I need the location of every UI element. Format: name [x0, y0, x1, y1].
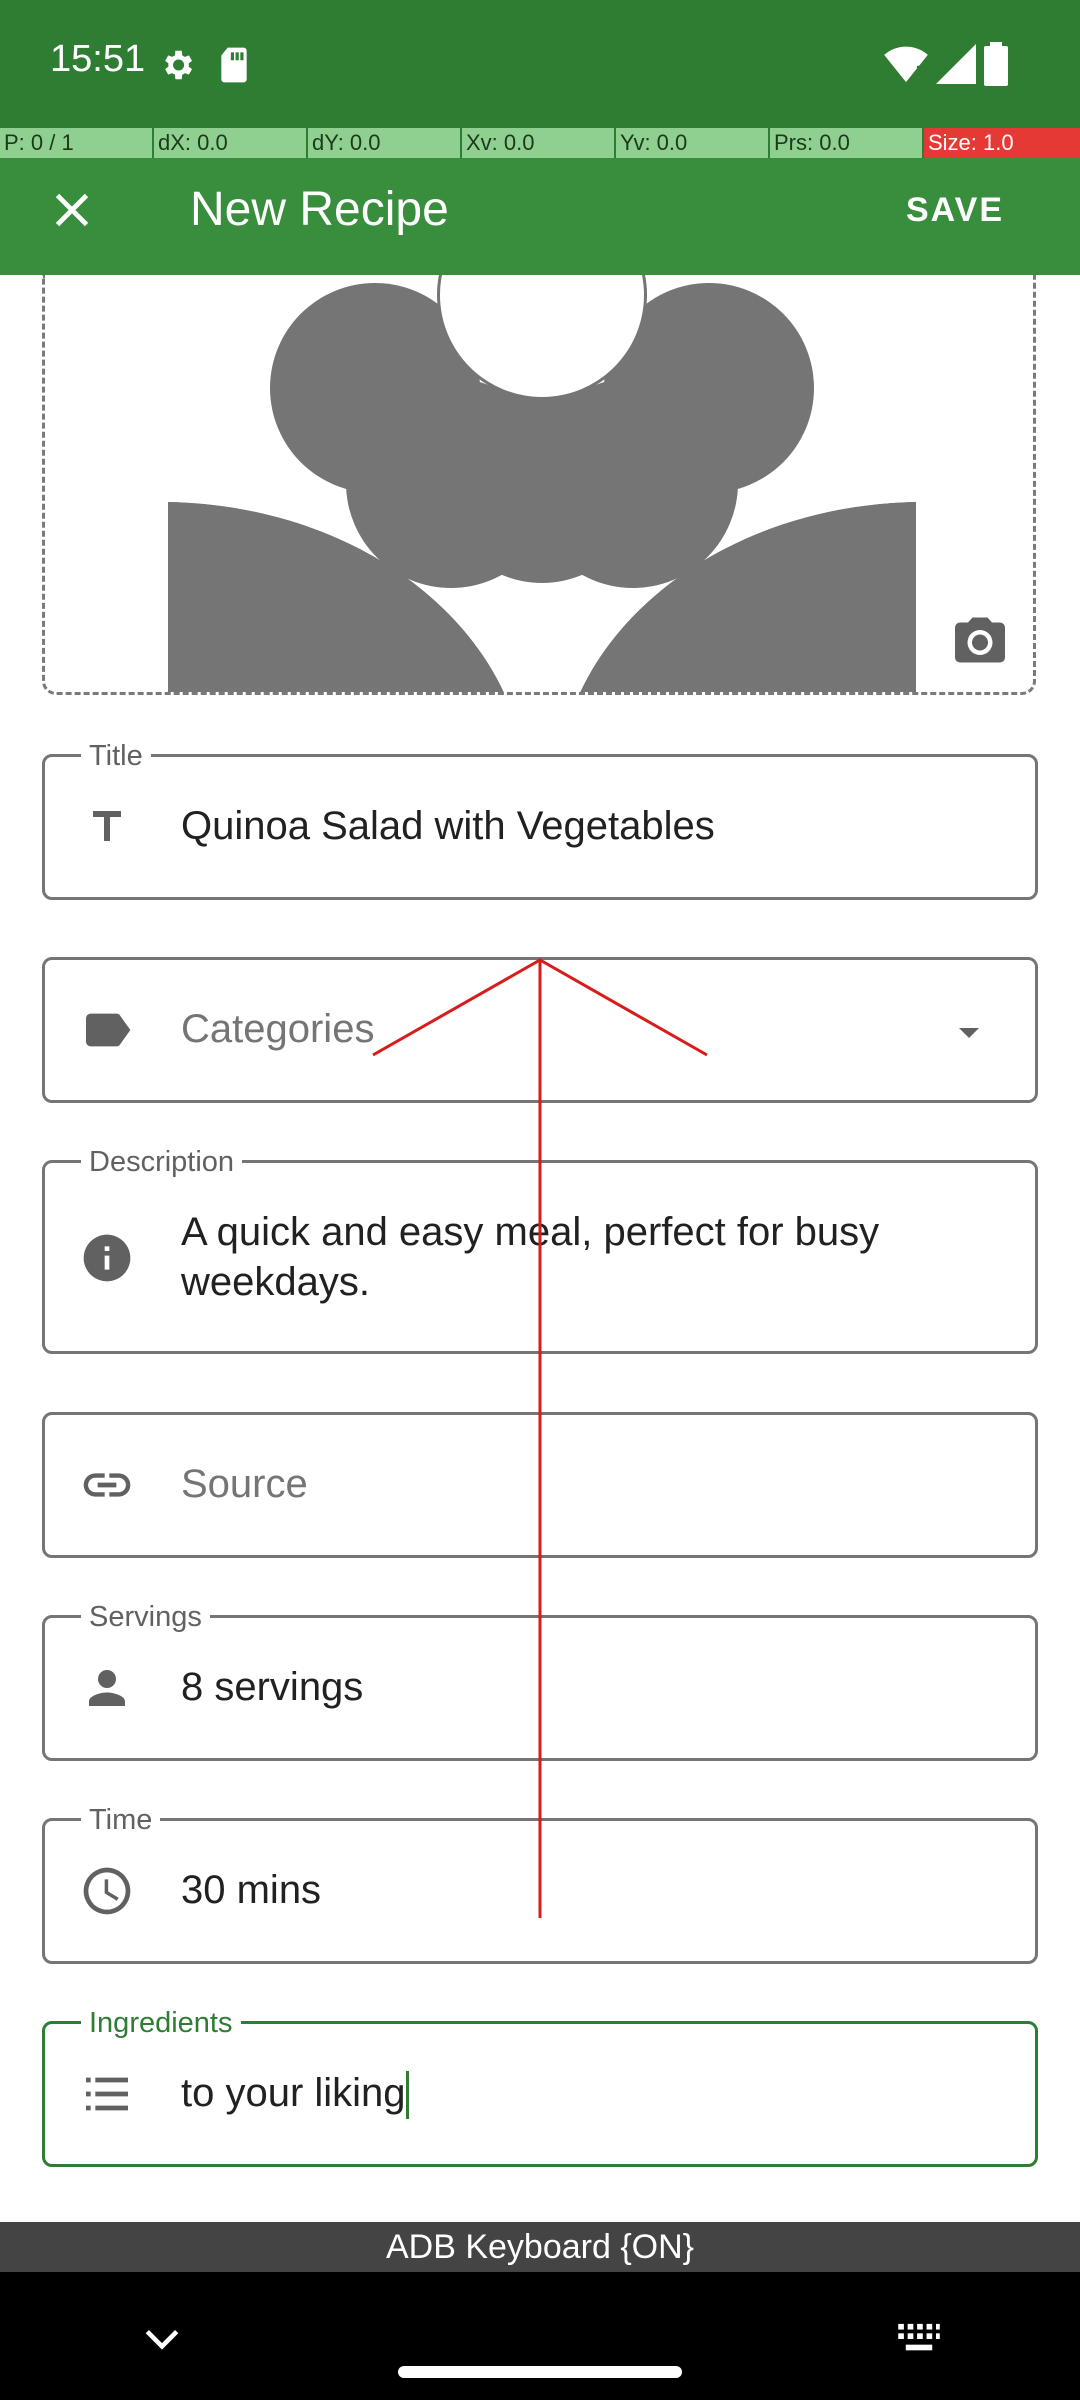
dropdown-arrow-icon[interactable]	[945, 1008, 993, 1056]
description-input[interactable]: A quick and easy meal, perfect for busy …	[181, 1207, 1001, 1307]
ingredients-input[interactable]: to your liking	[181, 2068, 409, 2120]
time-label: Time	[81, 1802, 161, 1838]
servings-input[interactable]: 8 servings	[181, 1662, 363, 1712]
flower-icon	[168, 275, 916, 692]
info-icon	[79, 1230, 135, 1286]
ingredients-field[interactable]: Ingredients to your liking	[42, 2005, 1038, 2167]
description-field[interactable]: Description A quick and easy meal, perfe…	[42, 1144, 1038, 1354]
time-field[interactable]: Time 30 mins	[42, 1802, 1038, 1964]
pointer-location-bar: P: 0 / 1 dX: 0.0 dY: 0.0 Xv: 0.0 Yv: 0.0…	[0, 128, 1080, 158]
recipe-image-picker[interactable]	[42, 275, 1036, 695]
pointer-xv: Xv: 0.0	[462, 128, 616, 158]
page-title: New Recipe	[190, 183, 449, 236]
title-field[interactable]: Title Quinoa Salad with Vegetables	[42, 738, 1038, 900]
app-bar: New Recipe SAVE	[0, 158, 1080, 275]
signal-icon	[936, 44, 976, 84]
description-label: Description	[81, 1144, 243, 1180]
title-label: Title	[81, 738, 151, 774]
servings-field[interactable]: Servings 8 servings	[42, 1599, 1038, 1761]
save-button[interactable]: SAVE	[880, 172, 1030, 248]
list-icon	[79, 2066, 135, 2122]
wifi-icon	[884, 46, 928, 83]
title-input[interactable]: Quinoa Salad with Vegetables	[181, 801, 715, 851]
source-field[interactable]: Source	[42, 1412, 1038, 1558]
camera-button[interactable]	[950, 610, 1010, 670]
categories-dropdown[interactable]: Categories	[42, 957, 1038, 1103]
clock-icon	[79, 1863, 135, 1919]
pointer-pressure: Prs: 0.0	[770, 128, 924, 158]
sd-card-icon	[221, 47, 247, 83]
source-input[interactable]: Source	[181, 1459, 308, 1509]
navigation-bar	[0, 2272, 1080, 2400]
keyboard-status-bar: ADB Keyboard {ON}	[0, 2222, 1080, 2272]
pointer-yv: Yv: 0.0	[616, 128, 770, 158]
text-cursor	[405, 2071, 409, 2120]
link-icon	[79, 1457, 135, 1513]
pointer-dx: dX: 0.0	[154, 128, 308, 158]
close-button[interactable]	[36, 174, 108, 246]
battery-icon	[984, 42, 1008, 86]
close-icon	[55, 193, 89, 227]
home-gesture-pill[interactable]	[398, 2366, 682, 2378]
pointer-dy: dY: 0.0	[308, 128, 462, 158]
pointer-count: P: 0 / 1	[0, 128, 154, 158]
text-icon	[79, 799, 135, 855]
ingredients-input-value: to your liking	[181, 2071, 406, 2115]
pointer-size: Size: 1.0	[924, 128, 1080, 158]
person-icon	[79, 1660, 135, 1716]
ingredients-label: Ingredients	[81, 2005, 241, 2041]
time-input[interactable]: 30 mins	[181, 1865, 321, 1915]
settings-icon	[165, 50, 193, 80]
keyboard-icon[interactable]	[896, 2322, 942, 2356]
status-time: 15:51	[50, 38, 146, 80]
camera-icon	[955, 617, 1005, 663]
label-tag-icon	[79, 1002, 135, 1058]
servings-label: Servings	[81, 1599, 210, 1635]
back-chevron-icon[interactable]	[140, 2324, 184, 2354]
categories-placeholder: Categories	[181, 1007, 375, 1051]
status-bar: 15:51	[0, 0, 1080, 128]
